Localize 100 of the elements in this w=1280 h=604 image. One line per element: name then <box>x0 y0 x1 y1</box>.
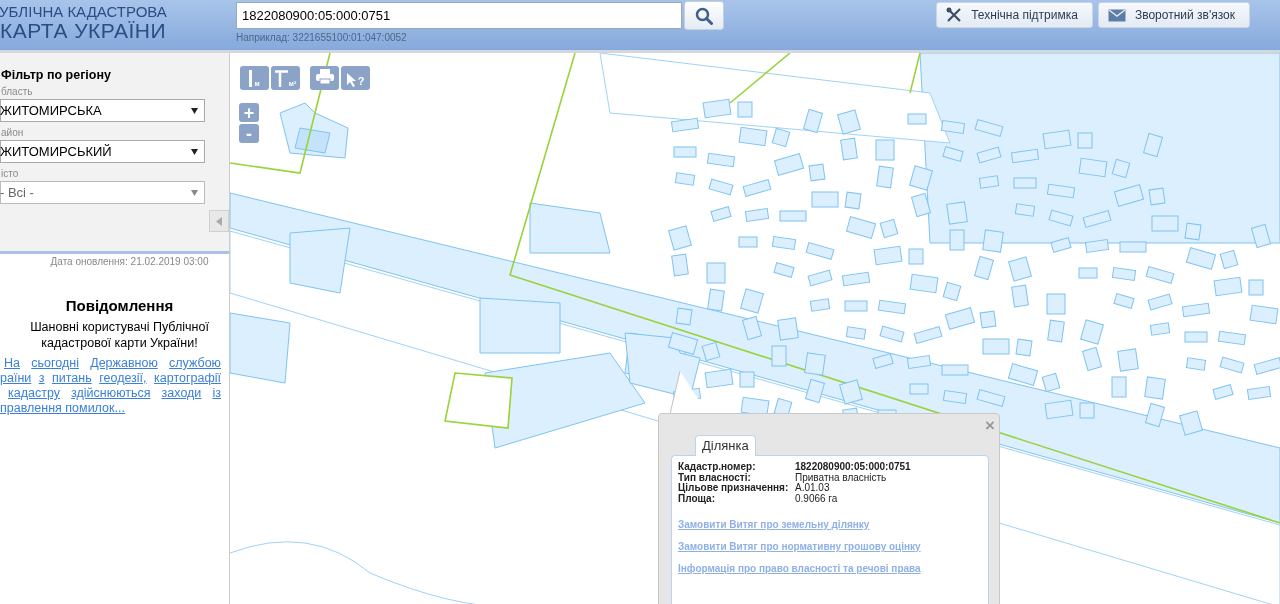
tools-icon <box>946 7 963 23</box>
map-tool-button[interactable]: ? <box>341 66 370 90</box>
popup-link[interactable]: Замовити Витяг про земельну ділянку <box>678 519 982 530</box>
field-value: 1822080900:05:000:0751 <box>795 462 912 473</box>
close-button[interactable]: × <box>985 416 995 436</box>
caret-icon <box>191 107 198 114</box>
building-outline <box>710 206 732 222</box>
building-outline <box>845 326 867 340</box>
building-outline <box>771 127 791 148</box>
building-outline <box>877 299 907 315</box>
building-outline <box>982 229 1004 253</box>
filter-title: Фільтр по регіону <box>1 68 112 82</box>
building-outline <box>909 165 933 191</box>
building-outline <box>805 378 825 404</box>
building-outline <box>1144 376 1166 400</box>
building-outline <box>668 225 692 251</box>
building-outline <box>1119 241 1147 253</box>
building-outline <box>738 236 758 248</box>
region-select[interactable]: ЖИТОМИРСЬКА <box>0 99 205 122</box>
building-outline <box>1015 338 1033 357</box>
zoom-out-button[interactable]: - <box>239 124 259 143</box>
building-outline <box>1219 356 1245 374</box>
building-outline <box>942 146 964 162</box>
building-outline <box>1042 129 1072 150</box>
collapse-button[interactable] <box>209 210 229 232</box>
building-outline <box>911 192 931 218</box>
building-outline <box>909 273 939 294</box>
field-label: істо <box>1 168 20 179</box>
building-outline <box>974 255 994 281</box>
building-outline <box>702 98 732 119</box>
cursor-icon <box>346 73 357 87</box>
building-outline <box>1008 256 1032 282</box>
example-hint: Наприклад: 3221655100:01:047:0052 <box>236 32 408 43</box>
building-outline <box>738 126 768 147</box>
popup-link[interactable]: Інформація про право власності та речові права <box>678 563 982 574</box>
search-button[interactable] <box>684 1 724 30</box>
building-outline <box>811 191 839 208</box>
building-outline <box>1251 223 1271 249</box>
building-outline <box>1217 330 1247 346</box>
building-outline <box>909 383 929 395</box>
building-outline <box>1080 319 1104 345</box>
popup-tab[interactable]: Ділянка <box>695 435 756 456</box>
building-outline <box>1007 363 1039 386</box>
building-outline <box>1143 132 1163 158</box>
building-outline <box>1014 203 1036 217</box>
building-outline <box>839 379 863 405</box>
building-outline <box>673 146 697 158</box>
building-outline <box>941 364 969 376</box>
building-outline <box>841 271 871 287</box>
building-outline <box>704 368 734 389</box>
triangle-left-icon <box>216 216 222 226</box>
region-select[interactable]: ЖИТОМИРСЬКИЙ <box>0 140 205 163</box>
header-button[interactable]: Технічна підтримка <box>936 2 1093 28</box>
building-outline <box>876 165 894 189</box>
building-outline <box>1041 372 1061 393</box>
map-tool-button[interactable] <box>310 66 339 90</box>
update-date: Дата оновлення: 21.02.2019 03:00 <box>49 256 210 267</box>
building-outline <box>804 352 826 376</box>
building-outline <box>1181 302 1211 318</box>
building-outline <box>771 345 787 367</box>
search-field[interactable]: 1822080900:05:000:0751 <box>236 2 682 29</box>
popup-link[interactable]: Замовити Витяг про нормативну грошову оцінку <box>678 541 982 552</box>
building-outline <box>879 325 905 343</box>
building-outline <box>1078 157 1108 178</box>
building-outline <box>1213 276 1243 297</box>
building-outline <box>1145 266 1175 284</box>
building-outline <box>906 355 932 369</box>
building-outline <box>808 163 826 182</box>
building-outline <box>1048 209 1074 227</box>
building-outline <box>1013 177 1037 189</box>
field-label: Тип власності: <box>678 472 751 483</box>
building-outline <box>942 281 962 302</box>
building-outline <box>873 245 903 266</box>
header-button[interactable]: Зворотний зв'язок <box>1097 2 1250 28</box>
building-outline <box>807 269 833 287</box>
building-outline <box>742 179 772 197</box>
building-outline <box>1185 247 1217 270</box>
building-outline <box>942 390 968 404</box>
building-outline <box>1077 132 1093 149</box>
building-outline <box>1249 304 1279 325</box>
building-outline <box>940 120 966 134</box>
building-outline <box>976 389 1006 407</box>
building-outline <box>1010 148 1040 164</box>
building-outline <box>1179 410 1203 436</box>
building-outline <box>978 175 1000 189</box>
building-outline <box>674 172 696 186</box>
building-outline <box>1117 348 1139 372</box>
notice-link[interactable]: На сьогодні Державною службою раїни з питань геодезії, картографії кадастру здійснюються заходи із правлення помилок... <box>0 356 221 416</box>
building-outline <box>1079 402 1095 419</box>
building-outline <box>1184 222 1202 241</box>
building-outline <box>979 310 997 329</box>
building-outline <box>742 315 762 341</box>
building-outline <box>779 210 807 222</box>
zoom-in-button[interactable]: + <box>239 103 259 122</box>
building-outline <box>809 298 831 312</box>
printer-icon <box>315 69 334 84</box>
building-outline <box>1253 357 1280 375</box>
building-outline <box>1246 386 1272 400</box>
building-outline <box>1011 284 1029 308</box>
building-outline <box>1219 249 1239 270</box>
